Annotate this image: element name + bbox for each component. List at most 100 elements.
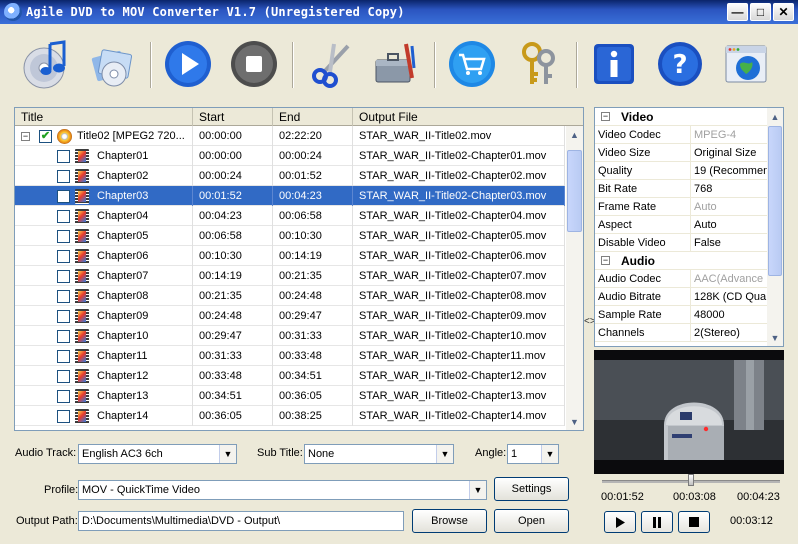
close-button[interactable]: ✕ (773, 3, 794, 21)
stop-icon[interactable] (226, 36, 282, 92)
property-row[interactable]: Sample Rate 48000 (595, 306, 783, 324)
scroll-up-icon[interactable]: ▲ (767, 108, 783, 125)
toolbox-icon[interactable] (368, 36, 424, 92)
column-header-start[interactable]: Start (193, 108, 273, 126)
checkbox[interactable] (57, 330, 70, 343)
chevron-down-icon[interactable]: ▼ (436, 445, 453, 463)
help-icon[interactable]: ? (652, 36, 708, 92)
property-row[interactable]: Disable Video False (595, 234, 783, 252)
checkbox[interactable] (57, 170, 70, 183)
property-value[interactable]: MPEG-4 (691, 126, 767, 143)
title-list[interactable]: Title Start End Output File − ✔ Title02 [M… (14, 107, 584, 431)
chapter-row[interactable]: Chapter08 00:21:35 00:24:48 STAR_WAR_II-Tit… (15, 286, 565, 306)
checkbox[interactable] (57, 270, 70, 283)
chapter-row[interactable]: Chapter06 00:10:30 00:14:19 STAR_WAR_II-Tit… (15, 246, 565, 266)
checkbox[interactable] (57, 250, 70, 263)
chapter-row[interactable]: Chapter13 00:34:51 00:36:05 STAR_WAR_II-Tit… (15, 386, 565, 406)
chevron-down-icon[interactable]: ▼ (469, 481, 486, 499)
chapter-row[interactable]: Chapter12 00:33:48 00:34:51 STAR_WAR_II-Tit… (15, 366, 565, 386)
property-value[interactable]: 768 (691, 180, 767, 197)
seek-thumb[interactable] (688, 474, 694, 486)
checkbox[interactable] (57, 350, 70, 363)
column-header-title[interactable]: Title (15, 108, 193, 126)
checkbox[interactable]: ✔ (39, 130, 52, 143)
property-row[interactable]: Video Size Original Size (595, 144, 783, 162)
collapse-icon[interactable]: − (601, 256, 610, 265)
audio-group[interactable]: − Audio (595, 252, 783, 270)
angle-select[interactable]: 1 ▼ (507, 444, 559, 464)
chapter-row[interactable]: Chapter05 00:06:58 00:10:30 STAR_WAR_II-Tit… (15, 226, 565, 246)
register-keys-icon[interactable] (510, 36, 566, 92)
splitter-handle[interactable]: <> (584, 316, 596, 330)
property-row[interactable]: Channels 2(Stereo) (595, 324, 783, 342)
property-row[interactable]: Audio Bitrate 128K (CD Qua (595, 288, 783, 306)
property-row[interactable]: Quality 19 (Recommen (595, 162, 783, 180)
checkbox[interactable] (57, 290, 70, 303)
chapter-row[interactable]: Chapter04 00:04:23 00:06:58 STAR_WAR_II-Tit… (15, 206, 565, 226)
property-value[interactable]: 48000 (691, 306, 767, 323)
property-value[interactable]: 2(Stereo) (691, 324, 767, 341)
title-row[interactable]: − ✔ Title02 [MPEG2 720... 00:00:00 02:22:20 S… (15, 126, 565, 146)
web-globe-icon[interactable] (718, 36, 774, 92)
properties-scrollbar[interactable]: ▲ ▼ (767, 108, 783, 346)
property-value[interactable]: Auto (691, 216, 767, 233)
buy-cart-icon[interactable] (444, 36, 500, 92)
scissors-icon[interactable] (302, 36, 358, 92)
info-icon[interactable] (586, 36, 642, 92)
chapter-row[interactable]: Chapter11 00:31:33 00:33:48 STAR_WAR_II-Tit… (15, 346, 565, 366)
preview-play-button[interactable] (604, 511, 636, 533)
scroll-down-icon[interactable]: ▼ (767, 329, 783, 346)
list-scrollbar[interactable]: ▲ ▼ (566, 126, 583, 430)
property-value[interactable]: False (691, 234, 767, 251)
scroll-up-icon[interactable]: ▲ (566, 126, 583, 143)
open-button[interactable]: Open (494, 509, 569, 533)
chapter-row[interactable]: Chapter02 00:00:24 00:01:52 STAR_WAR_II-Tit… (15, 166, 565, 186)
play-icon[interactable] (160, 36, 216, 92)
chapter-row[interactable]: Chapter03 00:01:52 00:04:23 STAR_WAR_II-Tit… (15, 186, 565, 206)
checkbox[interactable] (57, 390, 70, 403)
chapter-row[interactable]: Chapter07 00:14:19 00:21:35 STAR_WAR_II-Tit… (15, 266, 565, 286)
column-header-output[interactable]: Output File (353, 108, 583, 126)
chapter-row[interactable]: Chapter14 00:36:05 00:38:25 STAR_WAR_II-Tit… (15, 406, 565, 426)
video-group[interactable]: − Video (595, 108, 783, 126)
property-value[interactable]: Auto (691, 198, 767, 215)
scroll-thumb[interactable] (768, 126, 782, 276)
collapse-icon[interactable]: − (21, 132, 30, 141)
chapter-row[interactable]: Chapter09 00:24:48 00:29:47 STAR_WAR_II-Tit… (15, 306, 565, 326)
chevron-down-icon[interactable]: ▼ (541, 445, 558, 463)
checkbox[interactable] (57, 210, 70, 223)
collapse-icon[interactable]: − (601, 112, 610, 121)
property-row[interactable]: Video Codec MPEG-4 (595, 126, 783, 144)
preview-pause-button[interactable] (641, 511, 673, 533)
audio-track-select[interactable]: English AC3 6ch ▼ (78, 444, 237, 464)
scroll-thumb[interactable] (567, 150, 582, 232)
minimize-button[interactable]: — (727, 3, 748, 21)
chapter-row[interactable]: Chapter10 00:29:47 00:31:33 STAR_WAR_II-Tit… (15, 326, 565, 346)
property-value[interactable]: AAC(Advance (691, 270, 767, 287)
chapter-row[interactable]: Chapter01 00:00:00 00:00:24 STAR_WAR_II-Tit… (15, 146, 565, 166)
open-folder-icon[interactable] (84, 36, 140, 92)
property-value[interactable]: 19 (Recommen (691, 162, 767, 179)
checkbox[interactable] (57, 370, 70, 383)
chevron-down-icon[interactable]: ▼ (219, 445, 236, 463)
checkbox[interactable] (57, 310, 70, 323)
scroll-down-icon[interactable]: ▼ (566, 413, 583, 430)
property-value[interactable]: 128K (CD Qua (691, 288, 767, 305)
property-value[interactable]: Original Size (691, 144, 767, 161)
browse-button[interactable]: Browse (412, 509, 487, 533)
checkbox[interactable] (57, 230, 70, 243)
profile-select[interactable]: MOV - QuickTime Video ▼ (78, 480, 487, 500)
subtitle-select[interactable]: None ▼ (304, 444, 454, 464)
checkbox[interactable] (57, 190, 70, 203)
checkbox[interactable] (57, 150, 70, 163)
open-dvd-icon[interactable] (18, 36, 74, 92)
maximize-button[interactable]: □ (750, 3, 771, 21)
property-row[interactable]: Audio Codec AAC(Advance (595, 270, 783, 288)
column-header-end[interactable]: End (273, 108, 353, 126)
output-path-field[interactable]: D:\Documents\Multimedia\DVD - Output\ (78, 511, 404, 531)
checkbox[interactable] (57, 410, 70, 423)
settings-button[interactable]: Settings (494, 477, 569, 501)
property-row[interactable]: Aspect Auto (595, 216, 783, 234)
property-row[interactable]: Frame Rate Auto (595, 198, 783, 216)
property-row[interactable]: Bit Rate 768 (595, 180, 783, 198)
